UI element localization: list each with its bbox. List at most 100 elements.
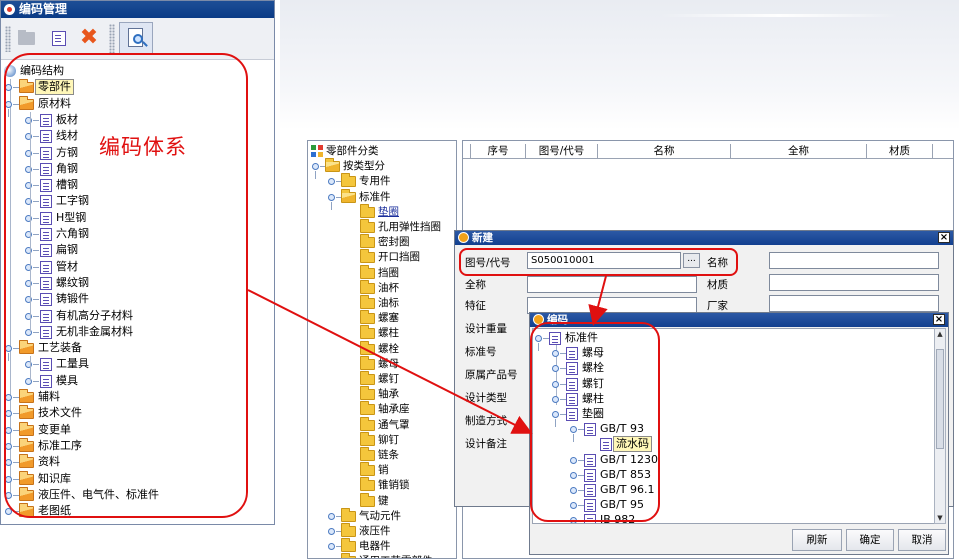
field-label: 厂家 <box>707 300 728 312</box>
panel-title: 编码管理 <box>19 2 68 16</box>
tree-item[interactable]: 销 <box>308 462 456 478</box>
tree-item[interactable]: 密封圈 <box>308 234 456 250</box>
table-header-cell[interactable]: 全称 <box>731 144 867 159</box>
tree-item[interactable]: 螺钉 <box>308 371 456 387</box>
folder-icon <box>360 310 375 325</box>
toolbar-grip[interactable] <box>5 26 11 52</box>
field-label: 设计备注 <box>465 438 507 450</box>
tree-item[interactable]: 螺柱 <box>308 325 456 341</box>
table-header-cell[interactable]: 材质 <box>867 144 933 159</box>
dialog-icon <box>458 232 469 243</box>
tree-item-label: 锥销锁 <box>378 479 410 492</box>
refresh-button[interactable]: 刷新 <box>792 529 842 551</box>
folder-icon <box>360 264 375 279</box>
folder-icon <box>360 203 375 218</box>
tree-item-label: 气动元件 <box>359 509 401 522</box>
vertical-scrollbar[interactable]: ▲ ▼ <box>934 328 946 524</box>
tree-item[interactable]: 液压件 <box>308 523 456 539</box>
tree-item-label: 油杯 <box>378 281 399 294</box>
tree-item[interactable]: 螺栓 <box>308 340 456 357</box>
tree-item[interactable]: 通气罩 <box>308 416 456 433</box>
field-label: 标准号 <box>465 346 497 358</box>
tree-item-label: 螺栓 <box>378 342 399 355</box>
tree-item[interactable]: 标准件 <box>308 188 456 210</box>
tree-item-label: 电器件 <box>359 540 391 553</box>
collapse-icon[interactable] <box>312 163 326 180</box>
tree-item-label: 螺柱 <box>378 327 399 340</box>
folder-icon[interactable] <box>15 26 39 50</box>
folder-icon <box>360 371 375 385</box>
tree-item[interactable]: 电器件 <box>308 538 456 554</box>
tree-item-label: 螺母 <box>378 357 399 370</box>
tree-item[interactable]: 油杯 <box>308 279 456 296</box>
tree-item[interactable]: 气动元件 <box>308 507 456 524</box>
text-field[interactable] <box>769 295 939 312</box>
folder-icon <box>360 447 375 461</box>
field-label: 设计重量 <box>465 323 507 335</box>
tree-item[interactable]: 按类型分 <box>308 158 456 180</box>
table-header-cell[interactable]: 名称 <box>598 144 731 159</box>
search-document-icon[interactable] <box>119 22 153 54</box>
close-icon[interactable]: × <box>938 232 950 243</box>
tree-item[interactable]: 轴承座 <box>308 401 456 417</box>
tree-item[interactable]: 键 <box>308 492 456 509</box>
tree-item[interactable]: 轴承 <box>308 386 456 402</box>
tree-item[interactable]: 铆钉 <box>308 431 456 448</box>
tree-item-label: 挡圈 <box>378 266 399 279</box>
tree-item[interactable]: 垫圈 <box>308 203 456 220</box>
tree-item[interactable]: 孔用弹性挡圈 <box>308 219 456 235</box>
expand-icon[interactable] <box>328 512 342 520</box>
folder-icon <box>360 249 375 264</box>
scroll-up-icon[interactable]: ▲ <box>935 329 945 339</box>
tree-item[interactable]: 开口挡圈 <box>308 249 456 265</box>
expand-icon[interactable] <box>328 178 342 186</box>
delete-icon[interactable]: ✖ <box>77 26 101 50</box>
expand-icon[interactable] <box>328 543 342 551</box>
folder-icon <box>360 416 375 431</box>
scroll-down-icon[interactable]: ▼ <box>935 513 945 523</box>
highlight-coding-system <box>4 53 248 518</box>
tree-item-label: 按类型分 <box>343 160 385 173</box>
document-icon[interactable] <box>47 26 71 50</box>
highlight-code-field <box>459 248 738 276</box>
folder-icon <box>341 173 356 188</box>
scrollbar-thumb[interactable] <box>936 349 944 449</box>
table-header-cell[interactable]: 序号 <box>471 144 526 159</box>
table-header-cell[interactable]: 图号/代号 <box>526 144 598 159</box>
ok-button[interactable]: 确定 <box>846 529 894 551</box>
folder-icon <box>360 462 375 477</box>
new-dialog-title-bar: 新建 × <box>455 231 953 245</box>
folder-icon <box>341 538 356 553</box>
folder-icon <box>341 507 356 522</box>
tree-item-label: 轴承座 <box>378 403 410 416</box>
close-icon[interactable]: × <box>933 314 945 325</box>
tree-root[interactable]: 零部件分类 <box>308 143 456 159</box>
tree-item[interactable]: 专用件 <box>308 173 456 189</box>
tree-item[interactable]: 挡圈 <box>308 264 456 281</box>
folder-icon <box>325 158 340 173</box>
tree-item-label: 销 <box>378 464 389 477</box>
tree-item-label: 开口挡圈 <box>378 251 420 264</box>
tree-root-label: 零部件分类 <box>326 145 379 157</box>
expand-icon[interactable] <box>328 528 342 535</box>
tree-item[interactable]: 链条 <box>308 447 456 463</box>
tree-item[interactable]: 螺母 <box>308 355 456 372</box>
tree-item[interactable]: 螺塞 <box>308 310 456 326</box>
tree-item[interactable]: 通用工艺零部件 <box>308 553 456 558</box>
text-field[interactable] <box>769 252 939 269</box>
folder-icon <box>341 523 356 537</box>
text-field[interactable] <box>527 276 697 293</box>
app-icon <box>4 4 15 15</box>
panel-title-bar: 编码管理 <box>1 1 274 18</box>
folder-icon <box>360 401 375 416</box>
folder-icon <box>360 477 375 492</box>
field-label: 设计类型 <box>465 392 507 404</box>
tree-item-label: 孔用弹性挡圈 <box>378 221 441 233</box>
tree-item[interactable]: 油标 <box>308 295 456 311</box>
cancel-button[interactable]: 取消 <box>898 529 946 551</box>
tree-item-label: 油标 <box>378 297 399 309</box>
text-field[interactable] <box>769 274 939 291</box>
collapse-icon[interactable] <box>328 193 342 210</box>
tree-item[interactable]: 锥销锁 <box>308 477 456 493</box>
parts-category-tree: 零部件分类按类型分 专用件 标准件 垫圈 孔用弹性挡圈 密封圈 开口挡圈挡圈油杯油标 螺塞 螺柱… <box>307 140 457 559</box>
